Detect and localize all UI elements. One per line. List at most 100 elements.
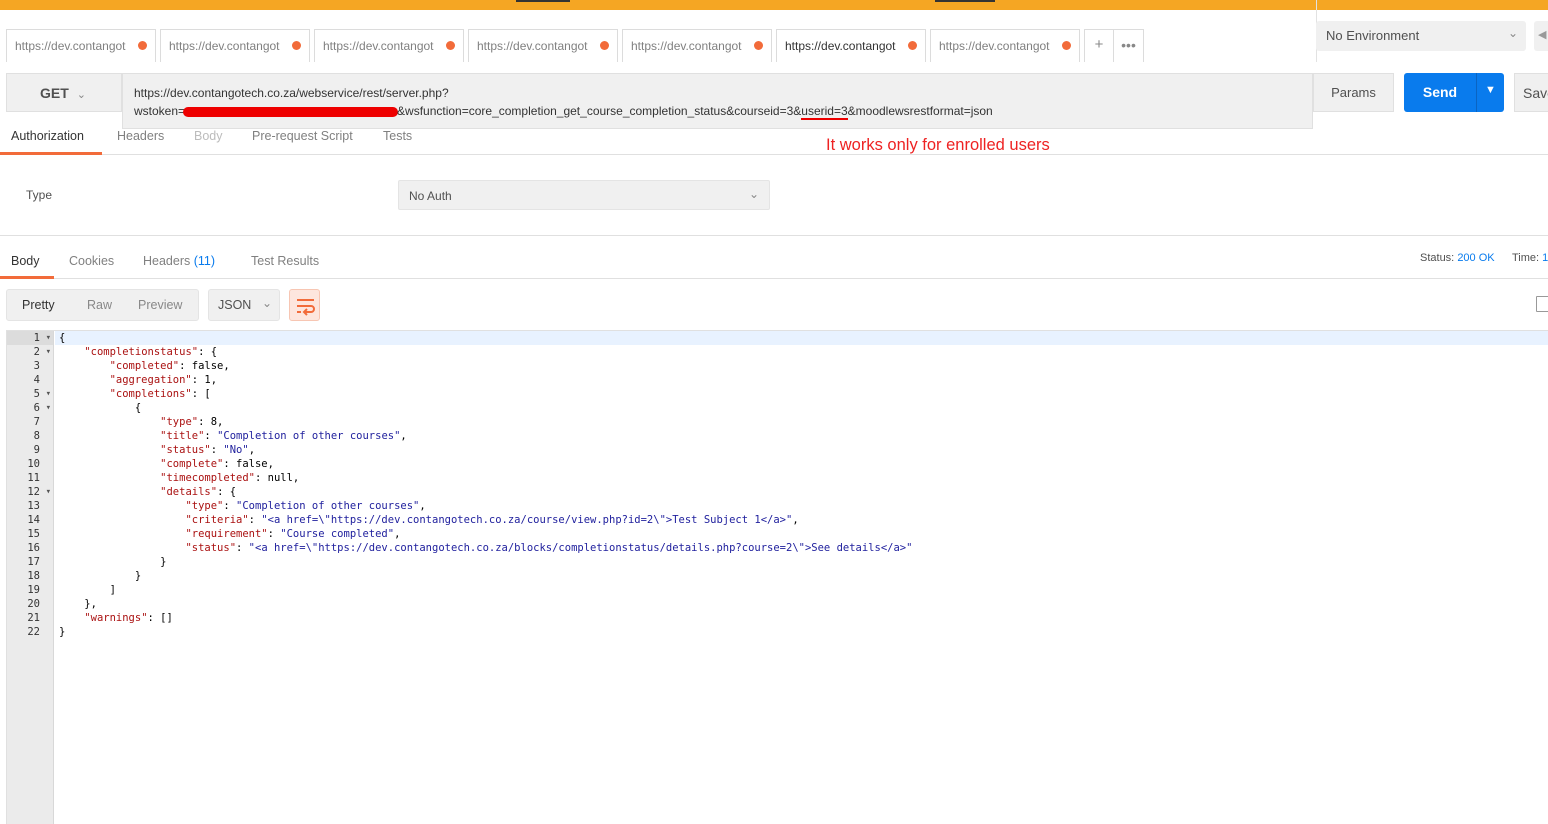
more-tabs-button[interactable]: ••• — [1114, 29, 1144, 62]
preview-button[interactable]: Preview — [138, 298, 182, 312]
code-line: "status": "No", — [160, 444, 256, 456]
tab-body[interactable]: Body — [194, 129, 223, 155]
raw-button[interactable]: Raw — [87, 298, 112, 312]
request-tab[interactable]: https://dev.contangot — [622, 29, 772, 62]
line-number[interactable]: 5 — [7, 387, 53, 401]
line-number-gutter: 12345678910111213141516171819202122 — [7, 331, 54, 824]
code-line: "warnings": [] — [84, 612, 173, 624]
authorization-panel — [0, 155, 1548, 236]
method-value: GET — [40, 85, 69, 101]
line-number: 11 — [27, 472, 40, 484]
code-line: } — [59, 556, 167, 568]
unsaved-dot-icon — [292, 41, 301, 50]
code-line: { — [55, 331, 1548, 345]
auth-type-label: Type — [26, 188, 53, 202]
save-button[interactable]: Save — [1514, 73, 1548, 112]
code-line: } — [59, 570, 142, 582]
line-number[interactable]: 6 — [7, 401, 53, 415]
tab-label: https://dev.contangot — [477, 39, 588, 53]
notification-link-underline[interactable] — [935, 0, 995, 2]
tab-authorization[interactable]: Authorization — [0, 129, 102, 155]
tab-test-results[interactable]: Test Results — [251, 254, 319, 279]
pretty-button[interactable]: Pretty — [22, 298, 55, 312]
code-line: "details": { — [160, 486, 237, 498]
wrap-lines-icon — [297, 299, 315, 316]
tab-label: https://dev.contangot — [15, 39, 126, 53]
wrap-lines-button[interactable] — [289, 289, 320, 321]
response-body-editor[interactable]: 12345678910111213141516171819202122 { "c… — [6, 330, 1548, 824]
request-tab[interactable]: https://dev.contangot — [314, 29, 464, 62]
new-tab-button[interactable]: + — [1084, 29, 1114, 62]
chevron-down-icon: ▼ — [1485, 84, 1496, 96]
tab-label: https://dev.contangot — [631, 39, 742, 53]
send-options-button[interactable]: ▼ — [1476, 73, 1504, 112]
request-tab[interactable]: https://dev.contangot — [160, 29, 310, 62]
environment-quicklook-icon[interactable]: ◀ — [1534, 21, 1548, 51]
line-number: 9 — [33, 444, 40, 456]
response-status: Status: 200 OK — [1420, 252, 1495, 264]
method-select[interactable]: GET ⌄ — [6, 73, 122, 112]
line-number[interactable]: 12 — [7, 485, 53, 499]
notification-link-underline[interactable] — [516, 0, 570, 2]
send-button[interactable]: Send — [1404, 73, 1476, 112]
line-number: 16 — [27, 542, 40, 554]
tab-pre-request-script[interactable]: Pre-request Script — [252, 129, 353, 155]
headers-count-badge: (11) — [193, 254, 216, 268]
environment-select[interactable]: No Environment ⌄ — [1316, 21, 1526, 51]
request-tab[interactable]: https://dev.contangot — [6, 29, 156, 62]
line-number[interactable]: 1 — [7, 331, 53, 345]
params-button[interactable]: Params — [1313, 73, 1394, 112]
tab-label: https://dev.contangot — [323, 39, 434, 53]
url-mid: &wsfunction=core_completion_get_course_c… — [397, 104, 802, 118]
tab-response-headers[interactable]: Headers (11) — [143, 254, 215, 279]
chevron-down-icon: ⌄ — [748, 187, 759, 201]
auth-type-select[interactable]: No Auth ⌄ — [398, 180, 770, 210]
request-tab[interactable]: https://dev.contangot — [930, 29, 1080, 62]
line-number: 4 — [33, 374, 40, 386]
url-suffix: &moodlewsrestformat=json — [847, 104, 993, 118]
line-number: 17 — [27, 556, 40, 568]
environment-value: No Environment — [1326, 28, 1420, 43]
chevron-down-icon: ⌄ — [1507, 26, 1518, 40]
request-tab-active[interactable]: https://dev.contangot — [776, 29, 926, 62]
code-line: "completions": [ — [109, 388, 211, 400]
request-section-tabs: Authorization Headers Body Pre-request S… — [0, 124, 1548, 155]
line-number: 20 — [27, 598, 40, 610]
unsaved-dot-icon — [138, 41, 147, 50]
chevron-down-icon: ⌄ — [76, 89, 86, 101]
code-line: "type": "Completion of other courses", — [185, 500, 426, 512]
status-value: 200 OK — [1457, 252, 1495, 264]
view-mode-group: Pretty Raw Preview — [6, 289, 199, 321]
tab-cookies[interactable]: Cookies — [69, 254, 114, 279]
line-number: 10 — [27, 458, 40, 470]
time-value: 1 — [1542, 252, 1548, 264]
code-line: "timecompleted": null, — [160, 472, 300, 484]
code-line: { — [59, 402, 142, 414]
response-time: Time: 1 — [1512, 252, 1548, 264]
annotation-text: It works only for enrolled users — [826, 136, 1050, 154]
request-tabs-bar: https://dev.contangot https://dev.contan… — [6, 29, 1144, 62]
response-tabs: Body Cookies Headers (11) Test Results — [0, 250, 1548, 279]
tab-response-body[interactable]: Body — [0, 254, 54, 279]
line-number: 3 — [33, 360, 40, 372]
code-line: "type": 8, — [160, 416, 224, 428]
url-input[interactable]: https://dev.contangotech.co.za/webservic… — [122, 73, 1313, 129]
request-tab[interactable]: https://dev.contangot — [468, 29, 618, 62]
tab-tests[interactable]: Tests — [383, 129, 412, 155]
status-label: Status: — [1420, 252, 1455, 264]
line-number: 21 — [27, 612, 40, 624]
code-line: "aggregation": 1, — [109, 374, 218, 386]
code-line: }, — [59, 598, 97, 610]
format-select[interactable]: JSON ⌄ — [208, 289, 280, 321]
code-line: ] — [59, 584, 116, 596]
line-number: 18 — [27, 570, 40, 582]
tab-headers[interactable]: Headers — [117, 129, 164, 155]
unsaved-dot-icon — [754, 41, 763, 50]
copy-icon[interactable] — [1536, 296, 1548, 312]
tab-label: https://dev.contangot — [939, 39, 1050, 53]
url-prefix: wstoken= — [134, 104, 186, 118]
time-label: Time: — [1512, 252, 1540, 264]
url-userid-highlight: userid=3 — [801, 104, 848, 120]
line-number[interactable]: 2 — [7, 345, 53, 359]
url-line-2: wstoken= &wsfunction=core_completion_get_… — [134, 102, 1301, 120]
